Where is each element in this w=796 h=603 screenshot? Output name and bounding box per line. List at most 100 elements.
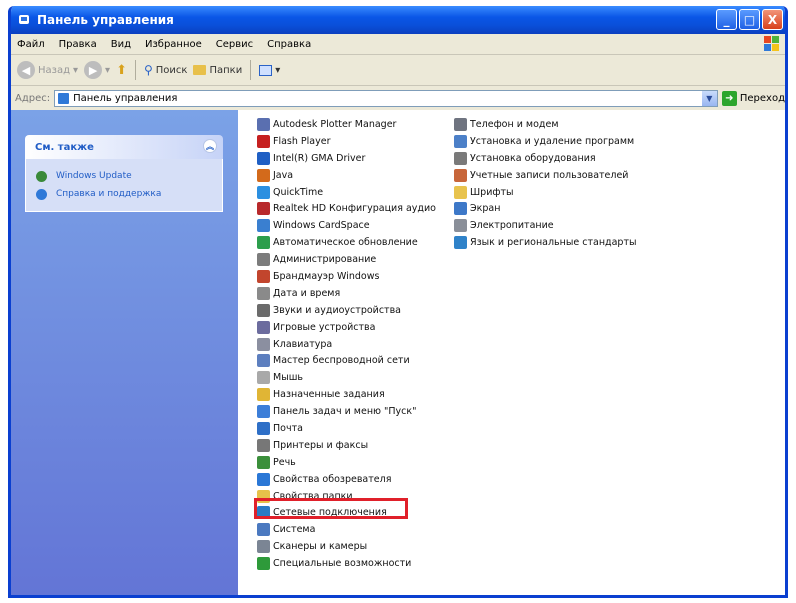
globe-icon <box>454 236 467 250</box>
see-also-title: См. также <box>35 141 94 153</box>
control-panel-item-label: QuickTime <box>273 186 324 198</box>
control-panel-item[interactable]: Автоматическое обновление <box>257 234 436 251</box>
folder-up-icon: ⬆ <box>116 62 127 78</box>
control-panel-item[interactable]: Клавиатура <box>257 336 436 353</box>
back-button[interactable]: ◀ Назад ▾ <box>17 61 78 79</box>
back-label: Назад <box>38 64 71 76</box>
control-panel-item[interactable]: Установка и удаление программ <box>454 133 636 150</box>
maximize-button[interactable]: □ <box>739 9 760 30</box>
hardware-icon <box>454 151 467 165</box>
back-arrow-icon: ◀ <box>17 61 35 79</box>
control-panel-item[interactable]: Почта <box>257 420 436 437</box>
menu-help[interactable]: Справка <box>267 39 311 50</box>
control-panel-item[interactable]: Система <box>257 521 436 538</box>
control-panel-item-label: Речь <box>273 456 296 468</box>
menu-favorites[interactable]: Избранное <box>145 39 202 50</box>
control-panel-item[interactable]: Java <box>257 167 436 184</box>
control-panel-item-label: Язык и региональные стандарты <box>470 237 637 249</box>
control-panel-item-label: Учетные записи пользователей <box>470 169 629 181</box>
control-panel-item[interactable]: Мастер беспроводной сети <box>257 352 436 369</box>
window-title: Панель управления <box>37 13 174 27</box>
control-panel-item[interactable]: Дата и время <box>257 285 436 302</box>
control-panel-item[interactable]: Речь <box>257 454 436 471</box>
search-label: Поиск <box>155 64 188 76</box>
close-button[interactable]: X <box>762 9 783 30</box>
keyboard-icon <box>257 337 270 351</box>
search-button[interactable]: ⚲ Поиск <box>144 63 187 77</box>
toolbar-separator <box>134 60 136 80</box>
clock-icon <box>257 286 270 300</box>
folder-icon <box>193 65 207 75</box>
menu-view[interactable]: Вид <box>111 39 131 50</box>
control-panel-item[interactable]: Специальные возможности <box>257 555 436 572</box>
flash-icon <box>257 134 270 148</box>
address-value: Панель управления <box>73 92 178 104</box>
views-icon <box>259 64 273 76</box>
control-panel-item[interactable]: Мышь <box>257 369 436 386</box>
control-panel-item[interactable]: Экран <box>454 200 636 217</box>
address-input[interactable]: Панель управления ▼ <box>54 89 718 107</box>
control-panel-item[interactable]: Установка оборудования <box>454 150 636 167</box>
control-panel-item[interactable]: Телефон и модем <box>454 116 636 133</box>
control-panel-item[interactable]: Свойства обозревателя <box>257 471 436 488</box>
control-panel-item[interactable]: Учетные записи пользователей <box>454 167 636 184</box>
windows-logo-icon <box>763 35 781 53</box>
users-icon <box>454 168 467 182</box>
highlight-box <box>254 498 408 519</box>
control-panel-item[interactable]: Брандмауэр Windows <box>257 268 436 285</box>
control-panel-item[interactable]: Администрирование <box>257 251 436 268</box>
printer-icon <box>257 438 270 452</box>
control-panel-item-label: Клавиатура <box>273 338 333 350</box>
forward-button[interactable]: ▶ ▾ <box>84 61 110 79</box>
firewall-icon <box>257 269 270 283</box>
control-panel-item[interactable]: Flash Player <box>257 133 436 150</box>
control-panel-item[interactable]: Назначенные задания <box>257 386 436 403</box>
control-panel-item[interactable]: Шрифты <box>454 184 636 201</box>
control-panel-item[interactable]: Windows CardSpace <box>257 217 436 234</box>
control-panel-icon <box>17 13 31 27</box>
minimize-button[interactable]: _ <box>716 9 737 30</box>
control-panel-item[interactable]: Звуки и аудиоустройства <box>257 302 436 319</box>
control-panel-item-label: Администрирование <box>273 254 377 266</box>
control-panel-item-label: Мастер беспроводной сети <box>273 355 410 367</box>
see-also-item-help[interactable]: Справка и поддержка <box>36 185 212 203</box>
go-button[interactable]: ➜ Переход <box>721 90 785 106</box>
control-panel-item-label: Телефон и модем <box>470 118 559 130</box>
control-panel-item[interactable]: Принтеры и факсы <box>257 437 436 454</box>
control-panel-item-label: Автоматическое обновление <box>273 237 418 249</box>
control-panel-item[interactable]: QuickTime <box>257 184 436 201</box>
control-panel-item[interactable]: Электропитание <box>454 217 636 234</box>
control-panel-item-label: Autodesk Plotter Manager <box>273 118 397 130</box>
task-pane: См. также ︽ Windows Update Справка и под… <box>11 110 238 595</box>
control-panel-item[interactable]: Autodesk Plotter Manager <box>257 116 436 133</box>
taskbar-icon <box>257 405 270 419</box>
audio-icon <box>257 202 270 216</box>
title-bar[interactable]: Панель управления _ □ X <box>11 6 785 34</box>
menu-file[interactable]: Файл <box>17 39 45 50</box>
toolbar-separator <box>250 60 252 80</box>
control-panel-item[interactable]: Сканеры и камеры <box>257 538 436 555</box>
collapse-chevron-icon[interactable]: ︽ <box>203 139 217 153</box>
control-panel-item[interactable]: Realtek HD Конфигурация аудио <box>257 200 436 217</box>
see-also-item-windows-update[interactable]: Windows Update <box>36 167 212 185</box>
control-panel-item[interactable]: Intel(R) GMA Driver <box>257 150 436 167</box>
control-panel-item-label: Игровые устройства <box>273 321 376 333</box>
address-dropdown-icon[interactable]: ▼ <box>701 90 717 106</box>
address-label: Адрес: <box>15 92 51 104</box>
control-panel-item[interactable]: Язык и региональные стандарты <box>454 234 636 251</box>
windows-update-icon <box>36 170 47 182</box>
plotter-icon <box>257 117 270 131</box>
see-also-header[interactable]: См. также ︽ <box>25 135 223 159</box>
control-panel-item[interactable]: Панель задач и меню "Пуск" <box>257 403 436 420</box>
address-bar: Адрес: Панель управления ▼ ➜ Переход <box>11 86 785 111</box>
auto-update-icon <box>257 236 270 250</box>
go-label: Переход <box>739 92 785 104</box>
views-button[interactable]: ▾ <box>259 64 280 76</box>
control-panel-item-label: Звуки и аудиоустройства <box>273 304 402 316</box>
up-button[interactable]: ⬆ <box>116 63 127 78</box>
control-panel-item[interactable]: Игровые устройства <box>257 319 436 336</box>
forward-arrow-icon: ▶ <box>84 61 103 79</box>
menu-tools[interactable]: Сервис <box>216 39 253 50</box>
menu-edit[interactable]: Правка <box>59 39 97 50</box>
folders-button[interactable]: Папки <box>193 65 242 76</box>
